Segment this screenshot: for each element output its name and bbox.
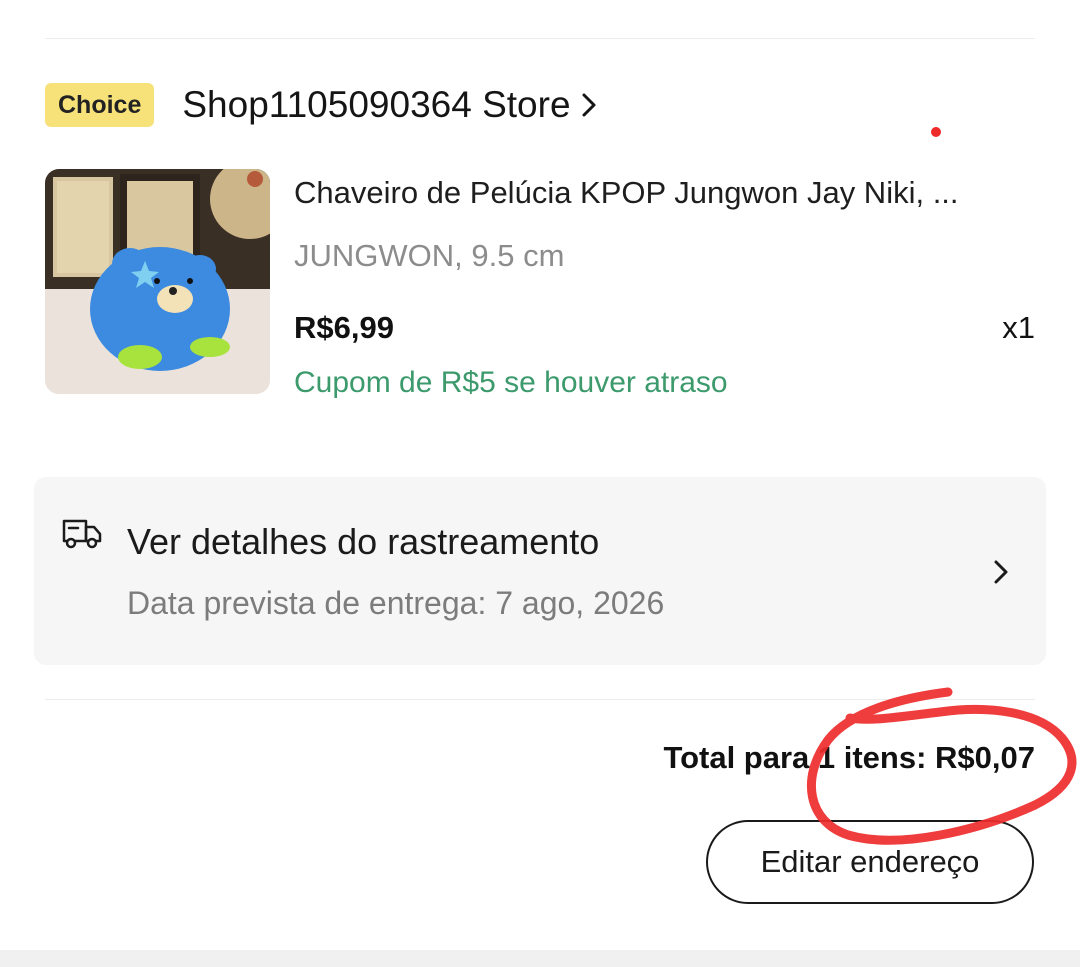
plush-bear-keychain-photo (45, 169, 270, 394)
tracking-card[interactable]: Ver detalhes do rastreamento Data previs… (34, 477, 1046, 665)
order-total: Total para 1 itens: R$0,07 (663, 740, 1035, 775)
edit-address-button[interactable]: Editar endereço (706, 820, 1034, 904)
product-title[interactable]: Chaveiro de Pelúcia KPOP Jungwon Jay Nik… (294, 175, 1034, 211)
product-quantity: x1 (1002, 310, 1035, 345)
late-delivery-coupon: Cupom de R$5 se houver atraso (294, 366, 728, 399)
shop-header[interactable]: Choice Shop1105090364 Store (45, 80, 599, 130)
order-card: Choice Shop1105090364 Store Chaveiro de … (0, 0, 1080, 967)
chevron-right-icon (582, 93, 596, 117)
red-dot-annotation (931, 127, 941, 137)
bottom-divider (45, 699, 1035, 700)
product-variant: JUNGWON, 9.5 cm (294, 238, 565, 273)
shop-link[interactable]: Shop1105090364 Store (182, 84, 598, 126)
truck-icon (62, 519, 102, 549)
top-divider (45, 38, 1035, 39)
tracking-title: Ver detalhes do rastreamento (127, 521, 600, 562)
product-image[interactable] (45, 169, 270, 394)
shop-name: Shop1105090364 Store (182, 84, 571, 125)
bottom-separator (0, 950, 1080, 967)
choice-badge: Choice (45, 83, 155, 127)
product-price: R$6,99 (294, 310, 394, 345)
chevron-right-icon (994, 560, 1008, 584)
estimated-delivery-date: Data prevista de entrega: 7 ago, 2026 (127, 585, 665, 621)
